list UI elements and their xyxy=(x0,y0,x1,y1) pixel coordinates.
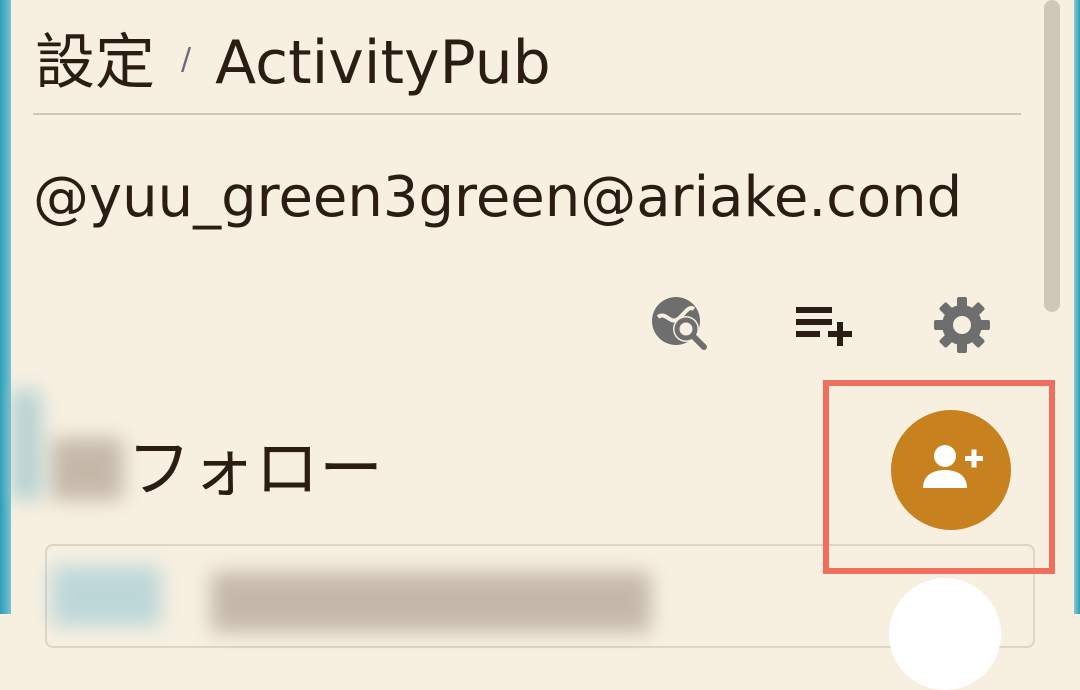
right-edge xyxy=(1074,0,1080,614)
section-title: フォロー xyxy=(127,433,383,507)
globe-search-icon xyxy=(648,291,712,355)
highlight-box xyxy=(823,380,1055,574)
playlist-add-icon xyxy=(790,293,854,357)
settings-panel: 設定 / ActivityPub @yuu_green3green@ariake… xyxy=(11,0,1074,690)
breadcrumb-separator: / xyxy=(181,41,192,77)
blurred-list-avatar xyxy=(51,566,161,626)
breadcrumb-root[interactable]: 設定 xyxy=(35,33,155,93)
account-handle: @yuu_green3green@ariake.cond xyxy=(33,165,963,230)
gear-icon xyxy=(930,293,994,357)
blurred-edge xyxy=(11,390,41,500)
settings-button[interactable] xyxy=(927,290,997,360)
header-divider xyxy=(33,113,1021,115)
blurred-list-item xyxy=(211,572,651,632)
avatar xyxy=(889,578,1001,690)
blurred-avatar xyxy=(51,438,123,500)
scrollbar[interactable] xyxy=(1044,0,1060,312)
playlist-add-button[interactable] xyxy=(787,290,857,360)
page-title: ActivityPub xyxy=(215,28,551,98)
globe-search-button[interactable] xyxy=(645,288,715,358)
left-edge xyxy=(0,0,11,614)
breadcrumb: 設定 / ActivityPub xyxy=(35,18,551,108)
